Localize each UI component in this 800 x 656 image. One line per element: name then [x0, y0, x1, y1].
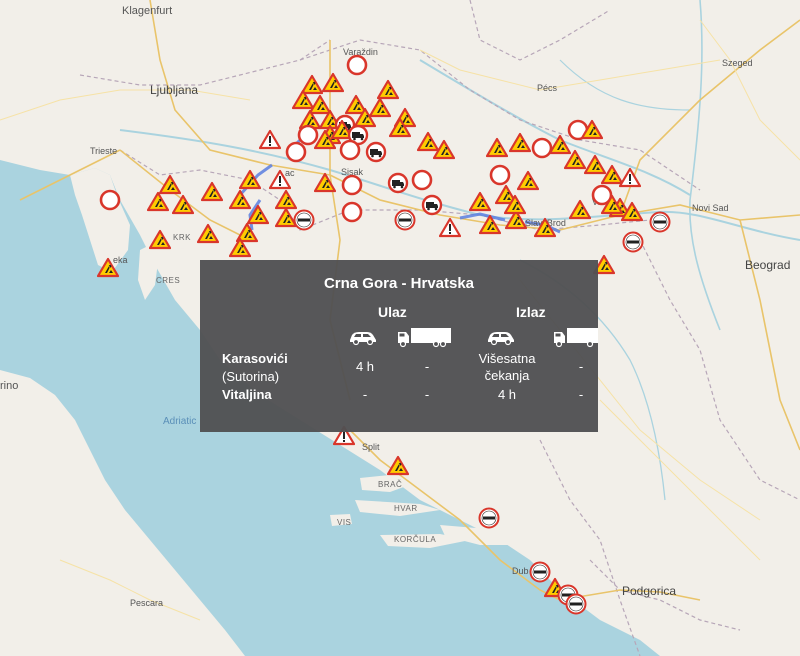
place-label-szeged: Szeged — [722, 58, 753, 68]
no-trucks-icon[interactable] — [365, 141, 387, 163]
popup-title: Crna Gora - Hrvatska — [323, 275, 475, 292]
roadwork-warning-icon[interactable] — [239, 169, 261, 191]
exit-truck-wait: - — [578, 359, 584, 374]
exit-car-wait: 4 h — [497, 387, 517, 402]
roadwork-warning-icon[interactable] — [314, 129, 336, 151]
crossing-name: Karasovići — [222, 351, 288, 366]
danger-warning-icon[interactable] — [269, 169, 291, 191]
road-closed-icon[interactable] — [411, 169, 433, 191]
place-label-dubrovnik: Dub — [512, 566, 529, 576]
exit-car-wait: Višesatna čekanja — [478, 351, 536, 383]
place-label-pescara: Pescara — [130, 598, 164, 608]
place-label-vis: VIS — [337, 518, 352, 527]
roadwork-warning-icon[interactable] — [229, 237, 251, 259]
entry-car-wait: 4 h — [355, 359, 375, 374]
roadwork-warning-icon[interactable] — [581, 119, 603, 141]
entry-truck-wait: - — [424, 359, 430, 374]
roadwork-warning-icon[interactable] — [97, 257, 119, 279]
border-crossing-popup[interactable]: Crna Gora - Hrvatska Ulaz Izlaz Karasovi… — [200, 260, 598, 432]
roadwork-warning-icon[interactable] — [564, 149, 586, 171]
danger-warning-icon[interactable] — [619, 167, 641, 189]
exit-header: Izlaz — [516, 304, 546, 320]
roadwork-warning-icon[interactable] — [569, 199, 591, 221]
roadwork-warning-icon[interactable] — [389, 117, 411, 139]
roadwork-warning-icon[interactable] — [486, 137, 508, 159]
road-closed-icon[interactable] — [341, 174, 363, 196]
no-entry-icon[interactable] — [394, 209, 416, 231]
exit-truck-wait: - — [578, 387, 584, 402]
truck-icon — [398, 328, 451, 348]
road-closed-icon[interactable] — [346, 54, 368, 76]
no-entry-icon[interactable] — [565, 593, 587, 615]
place-label-rimini: rino — [0, 380, 19, 392]
place-label-beograd: Beograd — [745, 258, 791, 272]
roadwork-warning-icon[interactable] — [387, 455, 409, 477]
place-label-korcula: KORČULA — [394, 535, 437, 544]
roadwork-warning-icon[interactable] — [149, 229, 171, 251]
place-label-klagenfurt: Klagenfurt — [122, 5, 173, 17]
danger-warning-icon[interactable] — [259, 129, 281, 151]
car-icon — [488, 332, 514, 346]
roadwork-warning-icon[interactable] — [504, 194, 526, 216]
roadwork-warning-icon[interactable] — [469, 191, 491, 213]
no-entry-icon[interactable] — [649, 211, 671, 233]
place-label-split: Split — [362, 442, 380, 452]
roadwork-warning-icon[interactable] — [479, 214, 501, 236]
roadwork-warning-icon[interactable] — [197, 223, 219, 245]
roadwork-warning-icon[interactable] — [534, 217, 556, 239]
place-label-novi-sad: Novi Sad — [692, 203, 729, 213]
place-label-krk: KRK — [173, 233, 191, 242]
place-label-adriatic: Adriatic — [163, 416, 197, 427]
place-label-cres: CRES — [156, 276, 181, 285]
place-label-brac: BRAČ — [378, 480, 403, 489]
road-closed-icon[interactable] — [285, 141, 307, 163]
roadwork-warning-icon[interactable] — [172, 194, 194, 216]
entry-car-wait: - — [362, 387, 368, 402]
roadwork-warning-icon[interactable] — [322, 72, 344, 94]
roadwork-warning-icon[interactable] — [314, 172, 336, 194]
place-label-trieste: Trieste — [90, 146, 118, 156]
road-closed-icon[interactable] — [489, 164, 511, 186]
roadwork-warning-icon[interactable] — [433, 139, 455, 161]
no-trucks-icon[interactable] — [421, 194, 443, 216]
crossing-subname: (Sutorina) — [222, 369, 280, 384]
road-closed-icon[interactable] — [339, 139, 361, 161]
no-trucks-icon[interactable] — [387, 172, 409, 194]
no-entry-icon[interactable] — [293, 209, 315, 231]
no-entry-icon[interactable] — [478, 507, 500, 529]
truck-icon — [554, 328, 598, 348]
roadwork-warning-icon[interactable] — [601, 194, 623, 216]
entry-header: Ulaz — [378, 304, 407, 320]
place-label-ljubljana: Ljubljana — [150, 83, 199, 97]
entry-truck-wait: - — [424, 387, 430, 402]
roadwork-warning-icon[interactable] — [517, 170, 539, 192]
road-closed-icon[interactable] — [99, 189, 121, 211]
place-label-podgorica: Podgorica — [622, 584, 677, 598]
road-closed-icon[interactable] — [341, 201, 363, 223]
no-entry-icon[interactable] — [622, 231, 644, 253]
car-icon — [350, 332, 376, 346]
roadwork-warning-icon[interactable] — [509, 132, 531, 154]
place-label-hvar: HVAR — [394, 504, 418, 513]
crossing-name: Vitaljina — [222, 387, 272, 402]
roadwork-warning-icon[interactable] — [621, 201, 643, 223]
danger-warning-icon[interactable] — [439, 217, 461, 239]
roadwork-warning-icon[interactable] — [201, 181, 223, 203]
place-label-pecs: Pécs — [537, 83, 558, 93]
roadwork-warning-icon[interactable] — [147, 191, 169, 213]
